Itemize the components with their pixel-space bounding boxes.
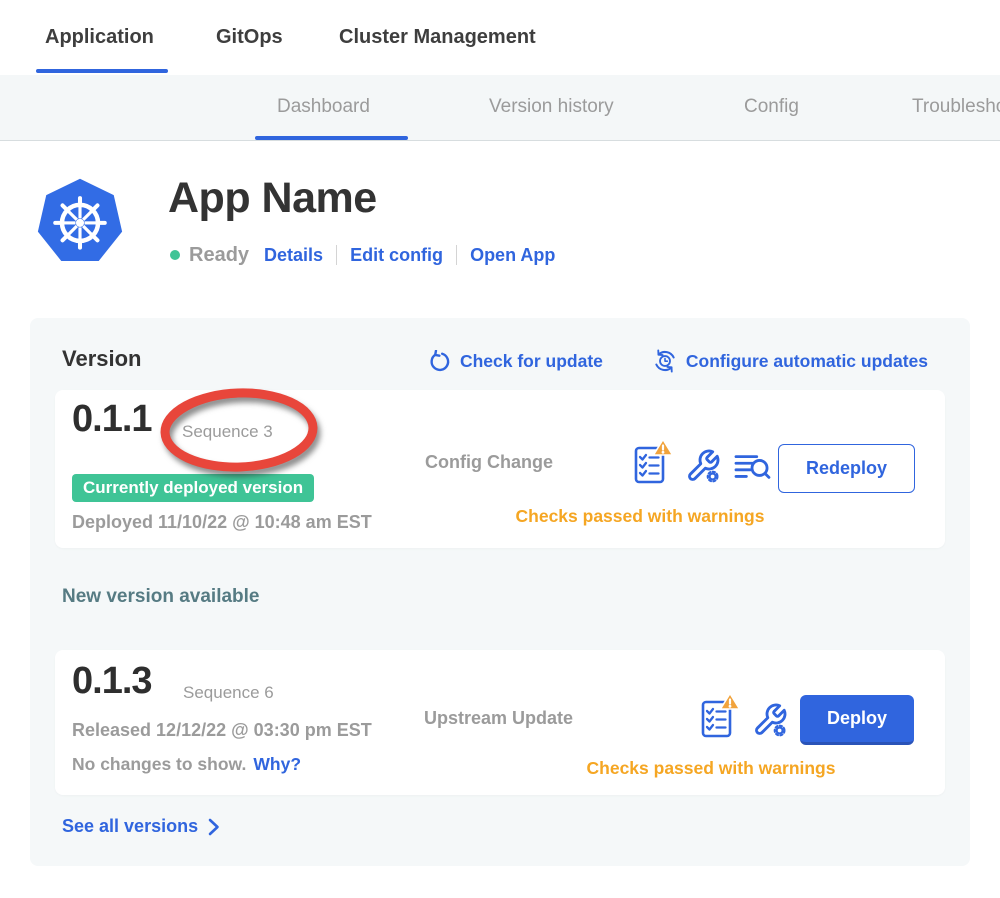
divider [336,245,337,265]
new-version-number: 0.1.3 [72,660,152,703]
subnav-tab-config[interactable]: Config [744,75,799,141]
diff-summary: No changes to show. Why? [72,754,301,775]
status-label: Ready [189,244,249,267]
redeploy-button[interactable]: Redeploy [778,444,915,493]
version-card-title: Version [62,346,141,372]
configure-automatic-updates-label: Configure automatic updates [686,351,928,372]
file-search-icon[interactable] [733,451,771,483]
version-card-actions: Check for update Configure automatic upd… [428,349,928,373]
current-sequence-label: Sequence 3 [182,422,273,442]
subnav-tab-dashboard[interactable]: Dashboard [277,75,370,141]
new-sequence-label: Sequence 6 [183,683,274,703]
deployed-timestamp: Deployed 11/10/22 @ 10:48 am EST [72,512,372,533]
preflight-checklist-icon[interactable] [633,438,673,486]
currently-deployed-badge: Currently deployed version [72,474,314,502]
preflight-checks-status: Checks passed with warnings [501,758,921,779]
status-dot [170,250,180,260]
current-version-number: 0.1.1 [72,398,152,441]
clock-refresh-icon [653,349,677,373]
divider [456,245,457,265]
preflight-checks-status: Checks passed with warnings [430,506,850,527]
refresh-icon [428,350,451,373]
topnav-tab-application[interactable]: Application [45,0,154,75]
chevron-right-icon [208,818,220,836]
see-all-versions-label: See all versions [62,816,198,837]
version-card: Version Check for update [30,318,970,866]
see-all-versions-link[interactable]: See all versions [62,816,220,837]
topnav-tab-cluster-management[interactable]: Cluster Management [339,0,536,75]
check-for-update-link[interactable]: Check for update [428,349,603,373]
kubernetes-helm-icon [35,176,125,268]
released-timestamp: Released 12/12/22 @ 03:30 pm EST [72,720,372,741]
details-link[interactable]: Details [264,245,323,266]
version-source-label: Config Change [425,452,553,473]
top-navigation: Application GitOps Cluster Management [0,0,1000,75]
version-source-label: Upstream Update [424,708,573,729]
new-version-heading: New version available [62,586,260,608]
check-for-update-label: Check for update [460,351,603,372]
app-sub-navigation: Dashboard Version history Config Trouble… [0,75,1000,141]
page-title-app-name: App Name [168,174,377,223]
new-version-actions [700,692,788,740]
deploy-button[interactable]: Deploy [800,695,914,745]
active-tab-underline [36,69,168,73]
edit-config-link[interactable]: Edit config [350,245,443,266]
subnav-tab-version-history[interactable]: Version history [489,75,614,141]
why-link[interactable]: Why? [253,754,301,775]
wrench-gear-icon[interactable] [752,702,788,738]
subnav-tab-troubleshoot[interactable]: Troubleshoot [912,75,1000,141]
current-version-actions [633,438,771,486]
current-version-box: 0.1.1 Sequence 3 Currently deployed vers… [55,390,945,548]
preflight-checklist-icon[interactable] [700,692,740,740]
wrench-gear-icon[interactable] [685,448,721,484]
configure-automatic-updates-link[interactable]: Configure automatic updates [653,349,928,373]
topnav-tab-gitops[interactable]: GitOps [216,0,283,75]
diff-summary-text: No changes to show. [72,754,246,775]
open-app-link[interactable]: Open App [470,245,555,266]
active-subtab-underline [255,136,408,140]
new-version-box: 0.1.3 Sequence 6 Released 12/12/22 @ 03:… [55,650,945,795]
app-status-row: Ready Details Edit config Open App [170,242,555,268]
